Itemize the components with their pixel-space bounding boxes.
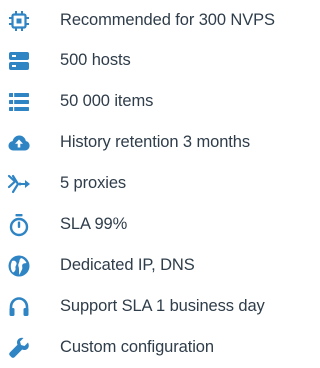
feature-item-history: History retention 3 months [0,122,312,163]
server-stack-icon [7,49,31,73]
feature-label: Custom configuration [60,338,214,356]
feature-label: SLA 99% [60,215,128,233]
feature-label: 5 proxies [60,174,127,192]
feature-item-custom-config: Custom configuration [0,327,312,368]
feature-item-sla: SLA 99% [0,204,312,245]
feature-label: Recommended for 300 NVPS [60,11,275,29]
feature-label: 50 000 items [60,92,154,110]
feature-item-dedicated-ip: Dedicated IP, DNS [0,245,312,286]
feature-label: History retention 3 months [60,133,250,151]
list-icon [7,90,31,114]
feature-item-support: Support SLA 1 business day [0,286,312,327]
feature-item-proxies: 5 proxies [0,163,312,204]
globe-icon [7,254,31,278]
wrench-icon [7,336,31,360]
headset-icon [7,295,31,319]
feature-item-items: 50 000 items [0,81,312,122]
plan-feature-list: Recommended for 300 NVPS 500 hosts 50 00… [0,0,312,363]
proxy-arrows-icon [7,172,31,196]
stopwatch-icon [7,213,31,237]
cloud-upload-icon [7,131,31,155]
cpu-chip-icon [7,9,31,33]
feature-item-nvps: Recommended for 300 NVPS [0,0,312,41]
feature-label: Dedicated IP, DNS [60,256,195,274]
feature-label: 500 hosts [60,51,131,69]
feature-label: Support SLA 1 business day [60,297,265,315]
feature-item-hosts: 500 hosts [0,40,312,81]
